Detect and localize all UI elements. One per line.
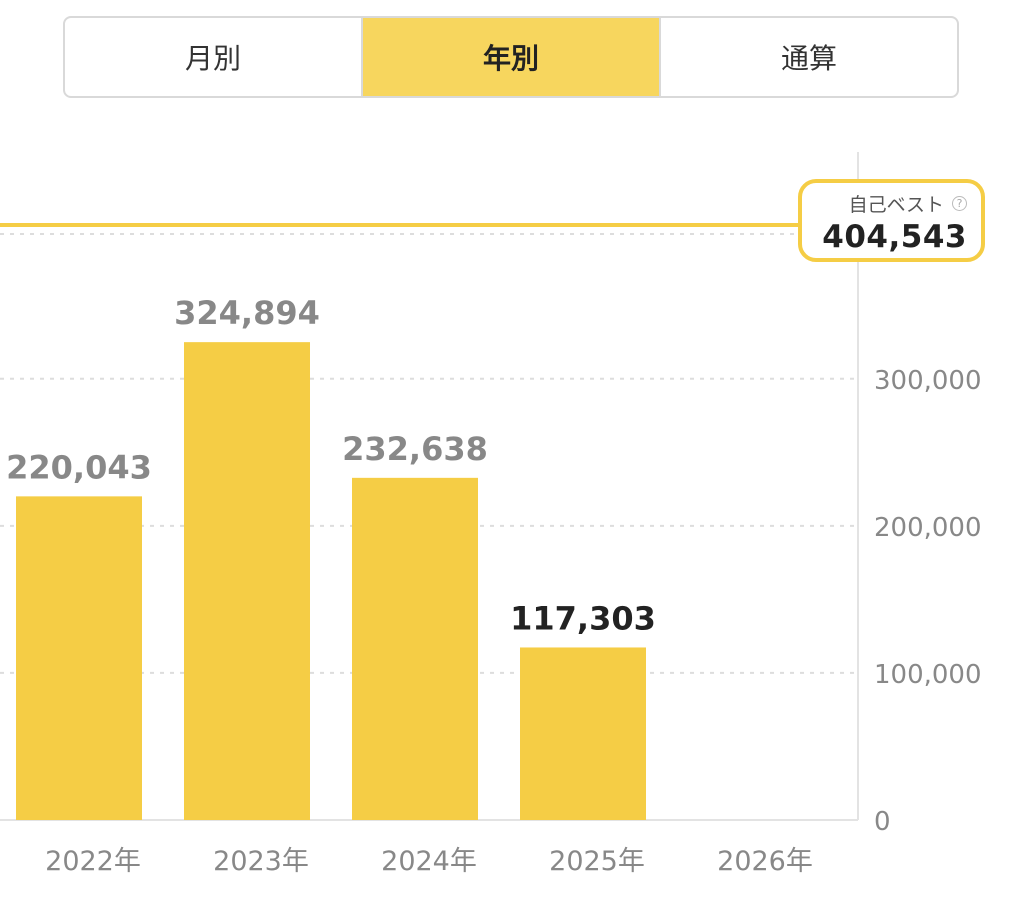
bar [352, 477, 478, 820]
bar [520, 647, 646, 820]
personal-best-label: 自己ベスト [848, 194, 944, 216]
personal-best-label-row: 自己ベスト ? [802, 190, 967, 217]
y-tick-label: 200,000 [874, 513, 982, 543]
bar-value-label: 232,638 [342, 430, 488, 468]
bar [184, 342, 310, 820]
y-tick-label: 0 [874, 807, 891, 837]
x-tick-label: 2023年 [213, 846, 309, 877]
y-tick-label: 100,000 [874, 660, 982, 690]
y-tick-label: 300,000 [874, 366, 982, 396]
x-tick-label: 2022年 [45, 846, 141, 877]
bar-value-label: 117,303 [510, 599, 656, 637]
personal-best-value: 404,543 [822, 219, 967, 255]
personal-best-badge: 自己ベスト ? 404,543 [798, 179, 985, 262]
yearly-bar-chart: 0 100,000 200,000 300,000 220,043 2022年 324,89… [0, 152, 982, 877]
bar-value-label: 220,043 [6, 448, 152, 486]
x-tick-label: 2024年 [381, 846, 477, 877]
question-circle-icon[interactable]: ? [952, 196, 967, 211]
bar [16, 496, 142, 820]
x-tick-label: 2025年 [549, 846, 645, 877]
bar-value-label: 324,894 [174, 294, 320, 332]
x-tick-label: 2026年 [717, 846, 813, 877]
